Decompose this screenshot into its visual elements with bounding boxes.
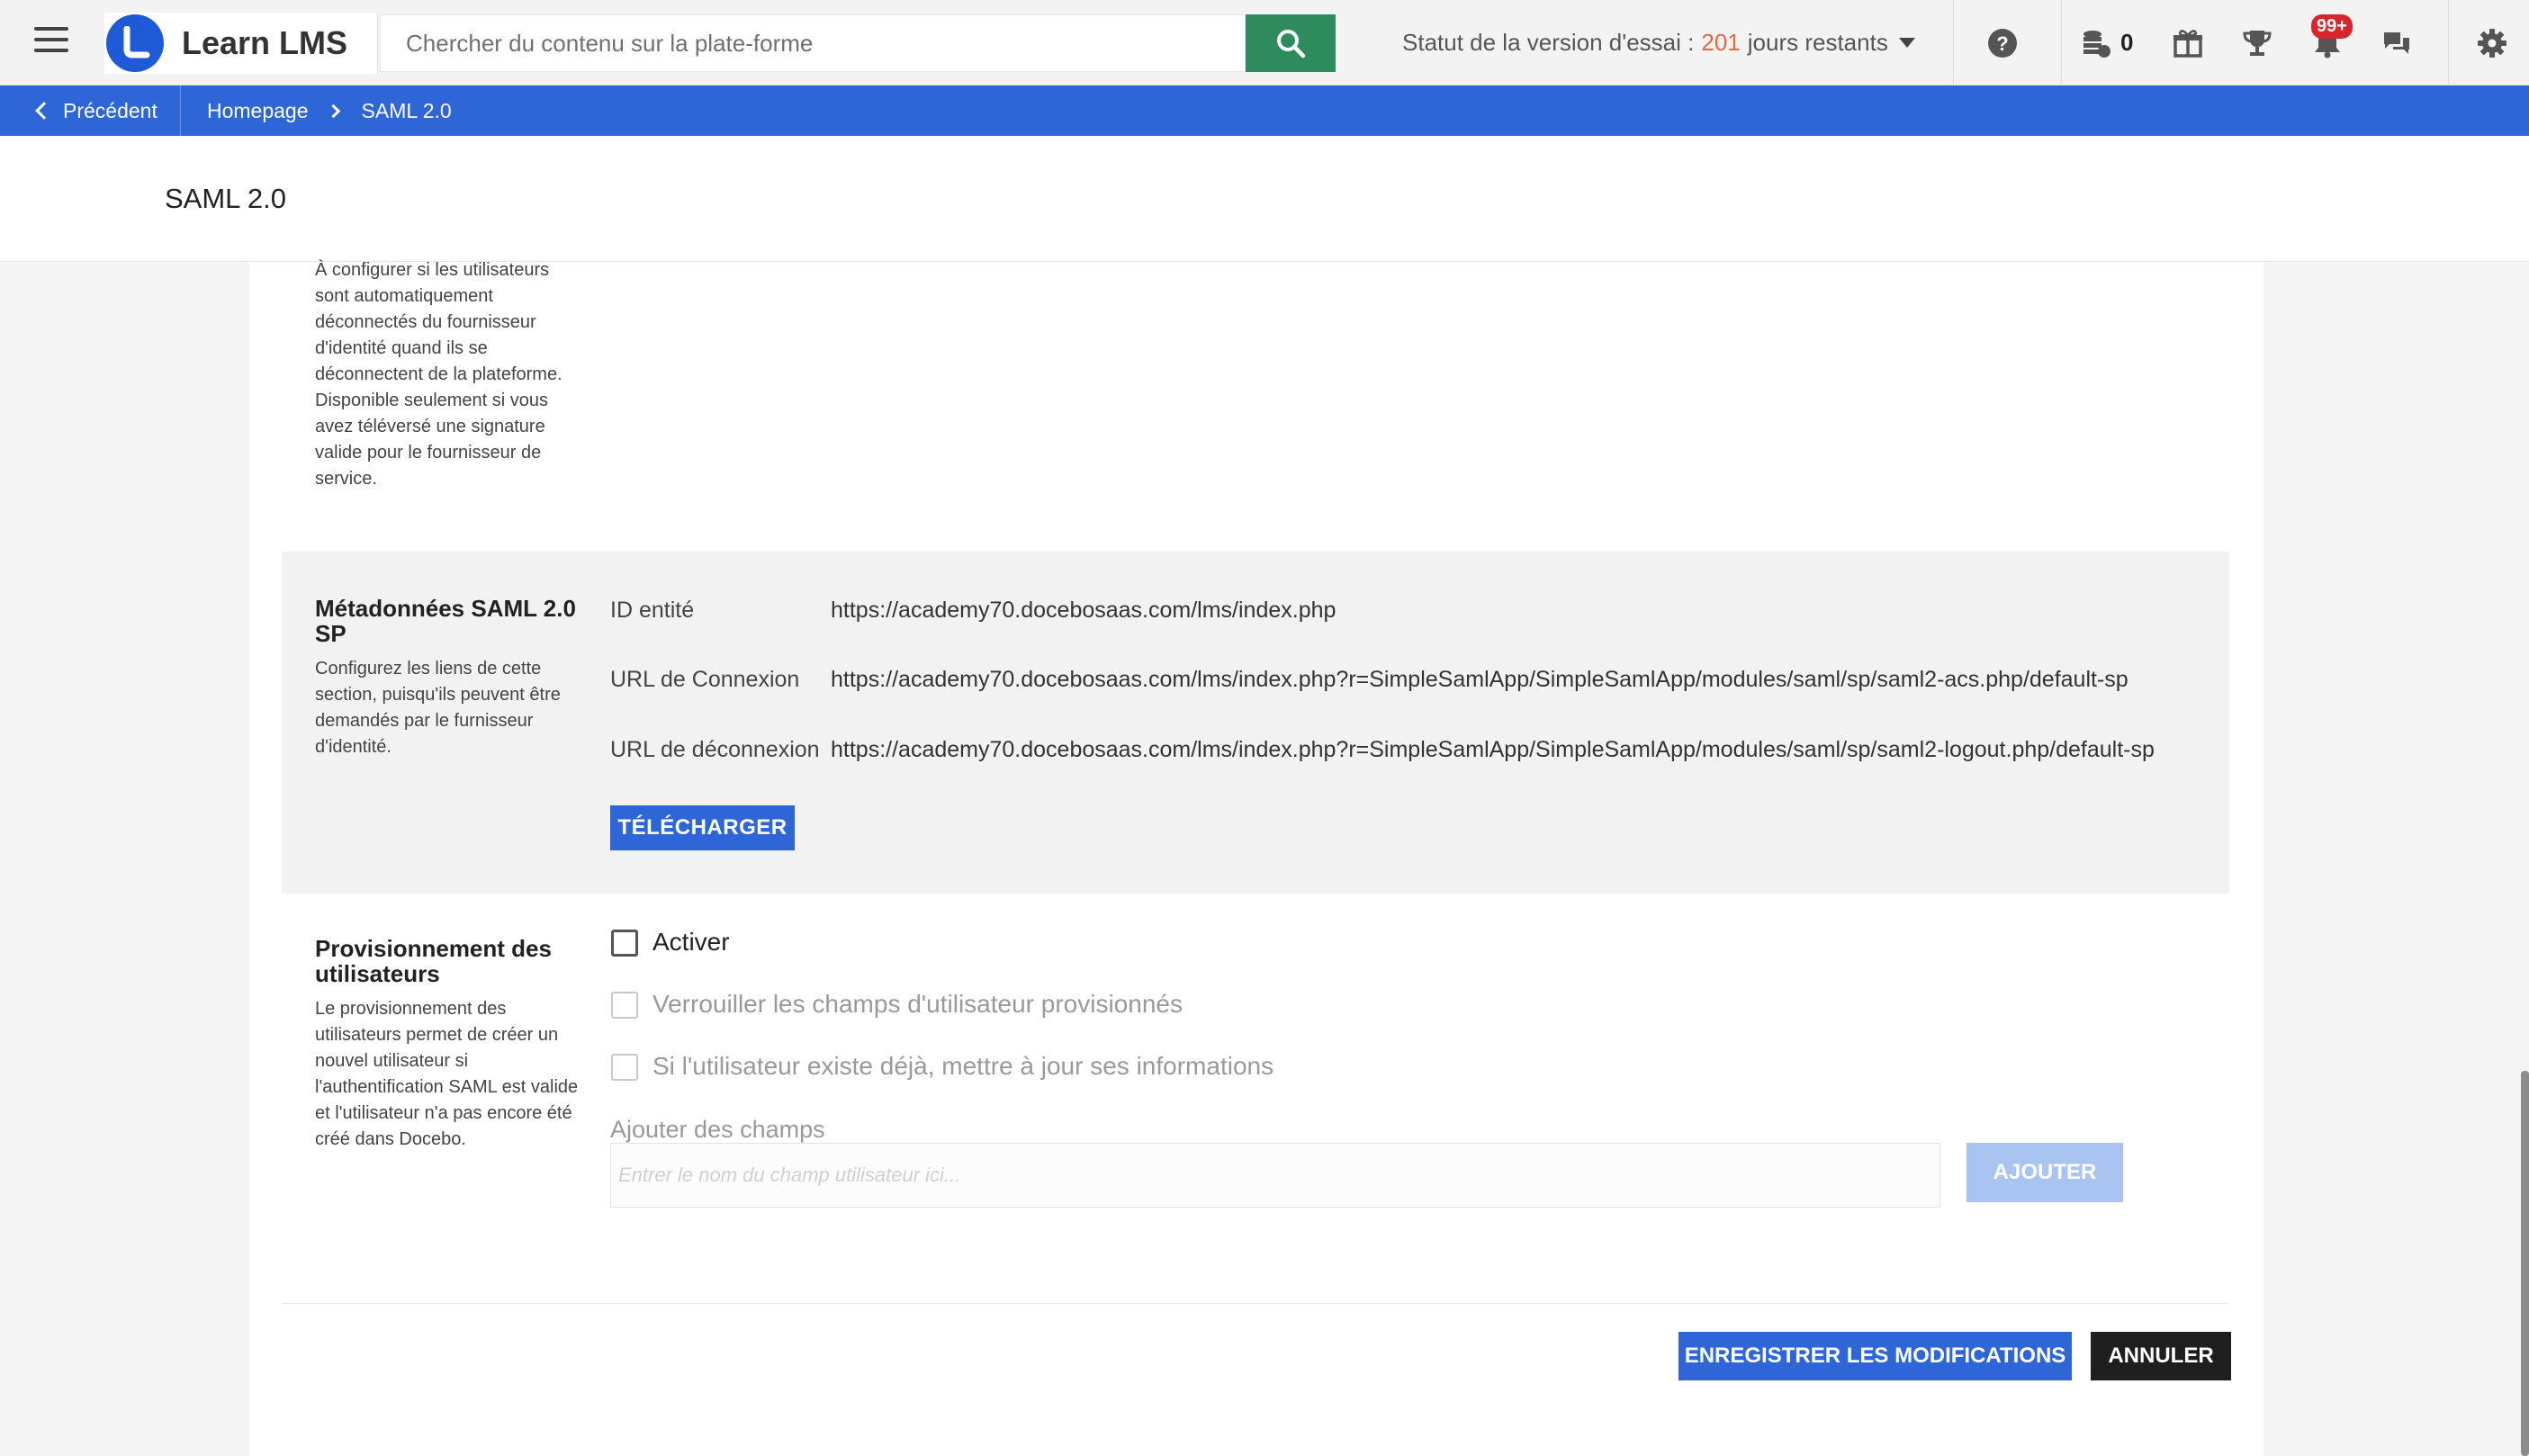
user-field-input[interactable]	[611, 1144, 1940, 1207]
entity-id-label: ID entité	[610, 598, 695, 623]
breadcrumb-home-link[interactable]: Homepage	[207, 99, 309, 123]
coins-icon[interactable]	[2081, 27, 2113, 59]
gift-icon[interactable]	[2172, 27, 2204, 59]
divider	[282, 1303, 2229, 1304]
credits-count: 0	[2120, 29, 2134, 56]
app-title: Learn LMS	[182, 24, 348, 61]
menu-icon[interactable]	[34, 27, 68, 58]
trial-label: Statut de la version d'essai :	[1402, 29, 1695, 56]
lock-fields-checkbox[interactable]	[611, 992, 638, 1019]
divider	[1953, 0, 1954, 85]
caret-down-icon	[1898, 38, 1915, 48]
search-icon	[1277, 30, 1306, 58]
metadata-title: Métadonnées SAML 2.0 SP	[315, 595, 576, 647]
save-button[interactable]: ENREGISTRER LES MODIFICATIONS	[1678, 1332, 2072, 1380]
logo-mark-icon	[106, 14, 164, 72]
provisioning-description: Le provisionnement des utilisateurs perm…	[315, 999, 579, 1149]
lock-fields-label: Verrouiller les champs d'utilisateur pro…	[652, 990, 1183, 1018]
search-input[interactable]	[381, 15, 1245, 71]
cancel-button[interactable]: ANNULER	[2091, 1332, 2231, 1380]
update-existing-label: Si l'utilisateur existe déjà, mettre à j…	[652, 1052, 1274, 1080]
divider	[2448, 0, 2449, 85]
search-box	[380, 14, 1246, 72]
logout-description: À configurer si les utilisateurs sont au…	[315, 260, 562, 489]
update-existing-checkbox[interactable]	[611, 1054, 638, 1081]
trophy-icon[interactable]	[2241, 27, 2273, 59]
divider	[180, 85, 181, 136]
download-button[interactable]: TÉLÉCHARGER	[610, 805, 795, 850]
breadcrumb-current: SAML 2.0	[361, 98, 452, 122]
user-field-input-wrap	[610, 1143, 1940, 1208]
chat-icon[interactable]	[2380, 27, 2413, 59]
logout-url-label: URL de déconnexion	[610, 737, 820, 762]
trial-days: 201	[1701, 29, 1741, 56]
logout-url-value: https://academy70.docebosaas.com/lms/ind…	[831, 737, 2155, 762]
login-url-label: URL de Connexion	[610, 667, 800, 692]
enable-provisioning-label[interactable]: Activer	[652, 928, 730, 957]
metadata-description: Configurez les liens de cette section, p…	[315, 659, 561, 757]
title-bar: SAML 2.0	[0, 136, 2529, 262]
page-title: SAML 2.0	[165, 183, 286, 214]
breadcrumb-items: Homepage SAML 2.0	[207, 85, 452, 136]
logo[interactable]: Learn LMS	[104, 13, 378, 74]
notifications-badge: 99+	[2311, 14, 2353, 39]
trial-suffix: jours restants	[1747, 29, 1888, 56]
entity-id-value: https://academy70.docebosaas.com/lms/ind…	[831, 598, 1336, 623]
back-label: Précédent	[63, 98, 158, 122]
add-field-button[interactable]: AJOUTER	[1966, 1143, 2123, 1202]
search-button[interactable]	[1246, 14, 1336, 72]
breadcrumb: Précédent Homepage SAML 2.0	[0, 85, 2529, 136]
add-fields-label: Ajouter des champs	[610, 1116, 825, 1143]
top-bar: Learn LMS Statut de la version d'essai :…	[0, 0, 2529, 85]
svg-text:?: ?	[1996, 32, 2008, 55]
login-url-value: https://academy70.docebosaas.com/lms/ind…	[831, 667, 2128, 692]
help-icon[interactable]: ?	[1986, 27, 2019, 59]
trial-status[interactable]: Statut de la version d'essai : 201 jours…	[1402, 29, 1915, 57]
enable-provisioning-checkbox[interactable]	[611, 930, 638, 957]
gear-icon[interactable]	[2476, 27, 2508, 59]
scrollbar[interactable]	[2521, 1071, 2529, 1456]
chevron-left-icon	[35, 102, 53, 120]
divider	[2061, 0, 2062, 85]
back-button[interactable]: Précédent	[34, 85, 158, 136]
provisioning-title: Provisionnement des utilisateurs	[315, 935, 552, 987]
chevron-right-icon	[326, 103, 340, 118]
